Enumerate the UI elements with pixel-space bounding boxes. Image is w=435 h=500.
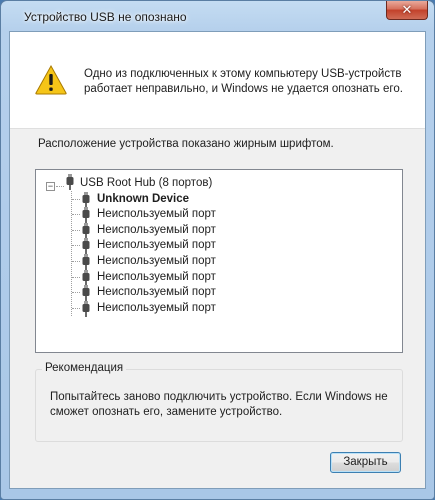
tree-connector: [72, 276, 80, 278]
header-area: Одно из подключенных к этому компьютеру …: [10, 32, 425, 128]
tree-root-label[interactable]: USB Root Hub (8 портов): [80, 175, 212, 191]
tree-connector: [56, 186, 64, 187]
usb-plug-icon: [82, 285, 90, 302]
tree-item-label[interactable]: Неиспользуемый порт: [97, 300, 216, 316]
dialog-window: Устройство USB не опознано ✕ Одно из под…: [0, 0, 435, 500]
tree-expander[interactable]: −: [46, 182, 55, 191]
tree-item-label[interactable]: Unknown Device: [97, 191, 189, 207]
tree-connector: [72, 292, 80, 294]
dialog-client-area: Одно из подключенных к этому компьютеру …: [9, 31, 426, 489]
close-button[interactable]: Закрыть: [330, 452, 401, 473]
tree-connector: [72, 260, 80, 262]
header-message: Одно из подключенных к этому компьютеру …: [84, 68, 403, 95]
usb-plug-icon: [82, 300, 90, 317]
usb-plug-icon: [82, 269, 90, 286]
tree-item-label[interactable]: Неиспользуемый порт: [97, 237, 216, 253]
tree-connector: [72, 229, 80, 231]
recommendation-group: Рекомендация Попытайтесь заново подключи…: [35, 362, 403, 442]
usb-plug-icon: [66, 174, 74, 190]
usb-plug-icon: [82, 253, 90, 270]
warning-icon: [35, 65, 67, 95]
recommendation-title: Рекомендация: [42, 362, 127, 374]
tree-item-label[interactable]: Неиспользуемый порт: [97, 222, 216, 238]
titlebar-close-button[interactable]: ✕: [386, 1, 428, 20]
tree-item-label[interactable]: Неиспользуемый порт: [97, 284, 216, 300]
tree-connector: [71, 191, 72, 316]
tree-connector: [72, 214, 80, 216]
window-title: Устройство USB не опознано: [24, 10, 187, 24]
title-bar[interactable]: Устройство USB не опознано ✕: [1, 1, 434, 31]
header-divider: [10, 128, 425, 129]
usb-plug-icon: [82, 222, 90, 239]
recommendation-text: Попытайтесь заново подключить устройство…: [50, 391, 388, 418]
tree-item-label[interactable]: Неиспользуемый порт: [97, 269, 216, 285]
usb-plug-icon: [82, 207, 90, 224]
tree-connector: [72, 198, 80, 200]
tree-item-label[interactable]: Неиспользуемый порт: [97, 206, 216, 222]
usb-plug-icon: [82, 191, 90, 208]
tree-item-label[interactable]: Неиспользуемый порт: [97, 253, 216, 269]
usb-plug-icon: [82, 238, 90, 255]
location-label: Расположение устройства показано жирным …: [38, 138, 334, 150]
close-icon: ✕: [401, 2, 413, 18]
tree-connector: [72, 307, 80, 309]
device-tree[interactable]: − USB Root Hub (8 портов) Unknown Device…: [35, 169, 403, 353]
tree-connector: [72, 245, 80, 247]
